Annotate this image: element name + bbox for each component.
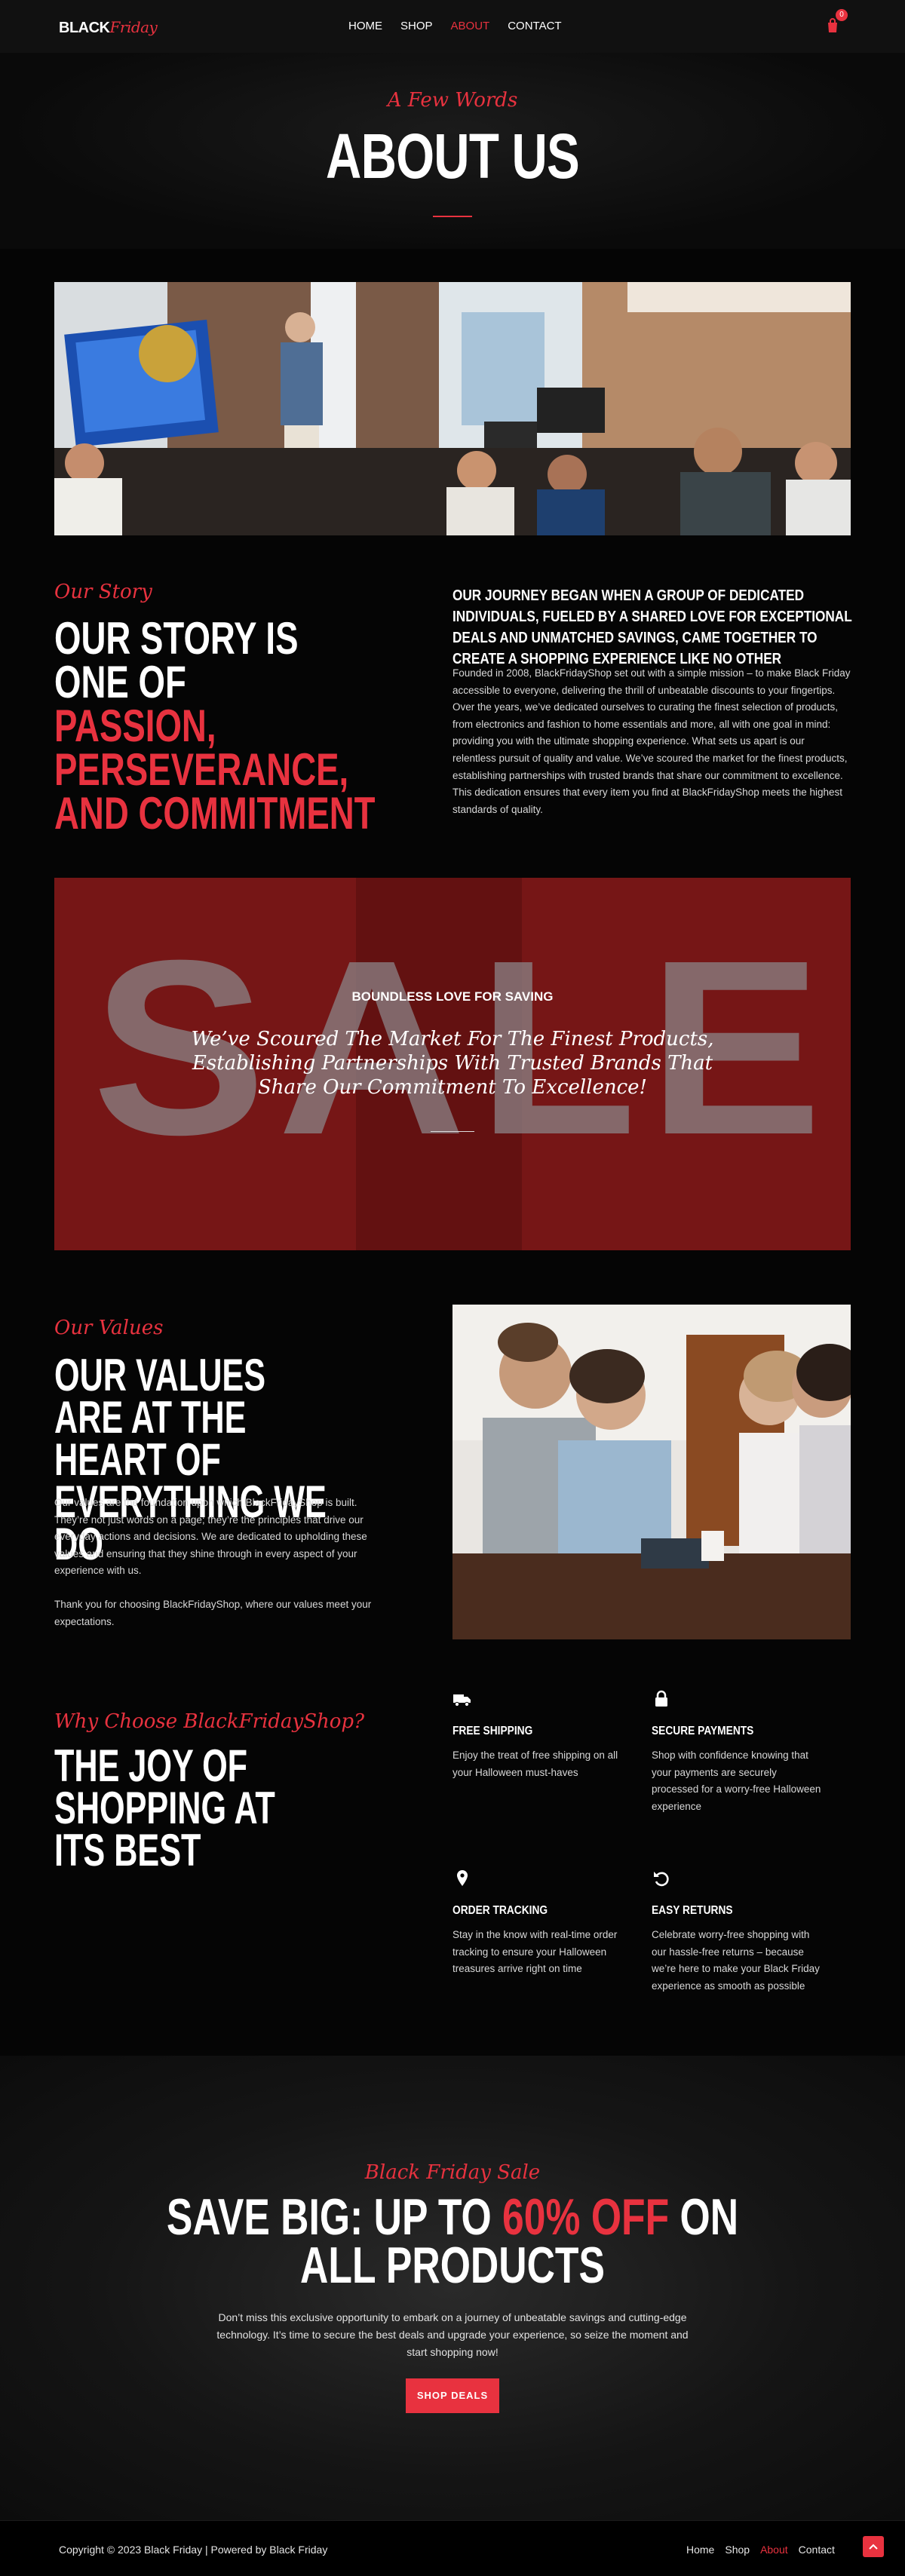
story-body: Founded in 2008, BlackFridayShop set out… — [452, 667, 851, 815]
hero-subtitle: A Few Words — [387, 89, 518, 112]
lock-icon — [655, 1690, 667, 1707]
story-title-white: OUR STORY IS ONE OF — [54, 613, 299, 707]
nav-item-about[interactable]: ABOUT — [451, 20, 490, 32]
sale-tagline: BOUNDLESS LOVE FOR SAVING — [351, 989, 554, 1004]
site-logo[interactable]: BLACKFriday — [59, 18, 158, 37]
values-paragraph-1: Our values are the foundation upon which… — [54, 1497, 367, 1577]
scroll-to-top-button[interactable] — [863, 2536, 884, 2557]
undo-icon — [654, 1872, 669, 1887]
logo-text-black: BLACK — [59, 20, 110, 36]
feature-title: SECURE PAYMENTS — [652, 1725, 754, 1737]
cart-count-badge: 0 — [836, 9, 848, 21]
feature-free-shipping: FREE SHIPPING Enjoy the treat of free sh… — [452, 1689, 649, 1781]
feature-title: FREE SHIPPING — [452, 1725, 533, 1737]
promo-title: SAVE BIG: UP TO 60% OFF ON ALL PRODUCTS — [166, 2191, 739, 2291]
footer-nav: Home Shop About Contact — [686, 2544, 835, 2556]
truck-icon — [453, 1694, 471, 1707]
map-pin-icon — [457, 1870, 468, 1886]
main-nav: HOME SHOP ABOUT CONTACT — [348, 20, 562, 32]
feature-description: Celebrate worry-free shopping with our h… — [652, 1929, 820, 1992]
story-title: OUR STORY IS ONE OF PASSION, PERSEVERANC… — [54, 613, 376, 839]
footer-link-about[interactable]: About — [760, 2544, 788, 2556]
story-heading: OUR JOURNEY BEGAN WHEN A GROUP OF DEDICA… — [452, 587, 852, 667]
site-header: BLACKFriday HOME SHOP ABOUT CONTACT 0 — [0, 0, 905, 53]
why-label: Why Choose BlackFridayShop? — [54, 1710, 365, 1733]
feature-title: EASY RETURNS — [652, 1904, 733, 1917]
title-divider — [433, 216, 472, 217]
feature-order-tracking: ORDER TRACKING Stay in the know with rea… — [452, 1869, 649, 1978]
story-title-accent: PASSION, PERSEVERANCE, AND COMMITMENT — [54, 701, 376, 839]
feature-easy-returns: EASY RETURNS Celebrate worry-free shoppi… — [652, 1869, 848, 1995]
nav-item-home[interactable]: HOME — [348, 20, 382, 32]
chevron-up-icon — [869, 2544, 878, 2550]
logo-text-friday: Friday — [109, 18, 158, 36]
team-meeting-photo — [54, 282, 851, 535]
values-paragraph-2: Thank you for choosing BlackFridayShop, … — [54, 1598, 372, 1627]
feature-title: ORDER TRACKING — [452, 1904, 548, 1917]
footer-link-shop[interactable]: Shop — [725, 2544, 750, 2556]
page-title: ABOUT US — [326, 121, 580, 192]
sale-quote: We’ve Scoured The Market For The Finest … — [191, 1028, 714, 1099]
nav-item-shop[interactable]: SHOP — [400, 20, 433, 32]
values-label: Our Values — [54, 1317, 164, 1339]
why-title: THE JOY OF SHOPPING AT ITS BEST — [54, 1740, 275, 1875]
footer-link-home[interactable]: Home — [686, 2544, 714, 2556]
promo-text: Don’t miss this exclusive opportunity to… — [216, 2311, 689, 2358]
feature-description: Enjoy the treat of free shipping on all … — [452, 1750, 618, 1778]
footer-link-contact[interactable]: Contact — [799, 2544, 835, 2556]
nav-item-contact[interactable]: CONTACT — [508, 20, 561, 32]
copyright-text: Copyright © 2023 Black Friday | Powered … — [59, 2544, 328, 2556]
feature-secure-payments: SECURE PAYMENTS Shop with confidence kno… — [652, 1689, 848, 1815]
sale-divider — [431, 1131, 474, 1132]
shop-deals-button[interactable]: SHOP DEALS — [406, 2378, 499, 2413]
promo-label: Black Friday Sale — [364, 2161, 541, 2184]
feature-description: Stay in the know with real-time order tr… — [452, 1929, 618, 1975]
friends-photo — [452, 1305, 851, 1639]
story-label: Our Story — [54, 581, 152, 603]
values-body: Our values are the foundation upon which… — [54, 1495, 386, 1630]
feature-description: Shop with confidence knowing that your p… — [652, 1750, 821, 1812]
sale-banner: SALE BOUNDLESS LOVE FOR SAVING We’ve Sco… — [54, 878, 851, 1250]
site-footer: Copyright © 2023 Black Friday | Powered … — [0, 2520, 905, 2576]
